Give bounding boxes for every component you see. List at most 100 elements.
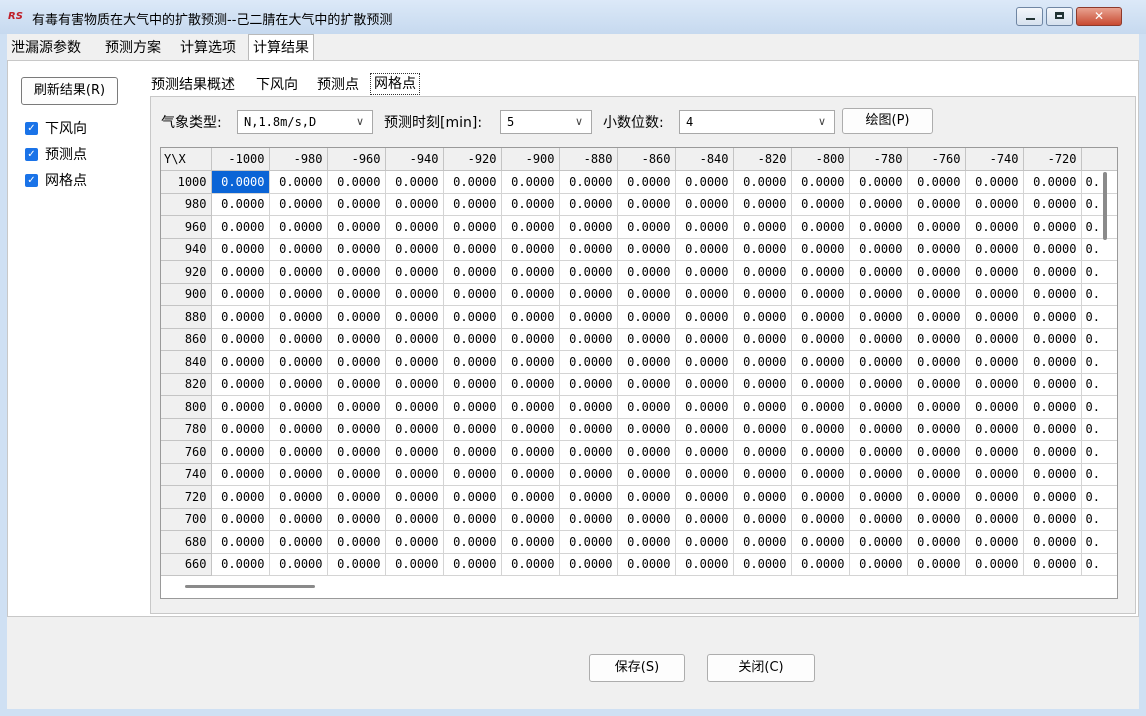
grid-cell[interactable]: 0.0000 xyxy=(559,350,618,374)
grid-cell[interactable]: 0.0000 xyxy=(965,350,1024,374)
grid-cell[interactable]: 0.0000 xyxy=(443,260,502,284)
grid-cell[interactable]: 0.0000 xyxy=(675,553,734,576)
plot-button[interactable]: 绘图(P) xyxy=(842,108,933,134)
grid-cell[interactable]: 0.0000 xyxy=(733,170,792,194)
grid-cell[interactable]: 0.0000 xyxy=(501,553,560,576)
grid-cell[interactable]: 0.0000 xyxy=(443,305,502,329)
grid-cell[interactable]: 0.0000 xyxy=(733,508,792,531)
grid-cell[interactable]: 0.0000 xyxy=(443,328,502,351)
grid-cell[interactable]: 0.0000 xyxy=(791,305,850,329)
grid-cell[interactable]: 0.0000 xyxy=(849,508,908,531)
grid-cell[interactable]: 0.0000 xyxy=(269,238,328,261)
grid-cell[interactable]: 0.0000 xyxy=(211,215,270,239)
grid-cell[interactable]: 0.0000 xyxy=(849,170,908,194)
grid-cell[interactable]: 0.0000 xyxy=(443,530,502,554)
grid-cell[interactable]: 0.0000 xyxy=(559,170,618,194)
grid-cell[interactable]: 0.0000 xyxy=(559,215,618,239)
grid-column-header[interactable]: -720 xyxy=(1023,148,1082,171)
grid-cell[interactable]: 0. xyxy=(1081,530,1117,554)
grid-cell[interactable]: 0.0000 xyxy=(965,305,1024,329)
grid-row-header[interactable]: 880 xyxy=(161,305,212,329)
grid-cell[interactable]: 0.0000 xyxy=(617,215,676,239)
grid-cell[interactable]: 0.0000 xyxy=(1023,305,1082,329)
grid-cell[interactable]: 0.0000 xyxy=(791,395,850,419)
grid-cell[interactable]: 0.0000 xyxy=(675,530,734,554)
grid-cell[interactable]: 0.0000 xyxy=(559,260,618,284)
grid-cell[interactable]: 0.0000 xyxy=(791,373,850,396)
grid-cell[interactable]: 0.0000 xyxy=(907,530,966,554)
grid-cell[interactable]: 0.0000 xyxy=(443,553,502,576)
decimals-select[interactable]: 4 ∨ xyxy=(679,110,835,134)
grid-cell[interactable]: 0.0000 xyxy=(385,395,444,419)
grid-cell[interactable]: 0.0000 xyxy=(617,418,676,441)
grid-cell[interactable]: 0.0000 xyxy=(965,215,1024,239)
grid-row-header[interactable]: 740 xyxy=(161,463,212,486)
grid-cell[interactable]: 0.0000 xyxy=(327,328,386,351)
grid-cell[interactable]: 0.0000 xyxy=(907,553,966,576)
grid-cell[interactable]: 0.0000 xyxy=(907,193,966,216)
grid-row-header[interactable]: 800 xyxy=(161,395,212,419)
grid-cell[interactable]: 0.0000 xyxy=(385,238,444,261)
grid-row-header[interactable]: 840 xyxy=(161,350,212,374)
grid-cell[interactable]: 0.0000 xyxy=(211,463,270,486)
grid-cell[interactable]: 0.0000 xyxy=(211,508,270,531)
grid-cell[interactable]: 0.0000 xyxy=(1023,283,1082,306)
grid-cell[interactable]: 0.0000 xyxy=(211,530,270,554)
grid-cell[interactable]: 0.0000 xyxy=(849,373,908,396)
grid-cell[interactable]: 0.0000 xyxy=(269,350,328,374)
subtab-overview[interactable]: 预测结果概述 xyxy=(151,75,235,95)
grid-cell[interactable]: 0.0000 xyxy=(501,395,560,419)
results-grid[interactable]: Y\X -1000 -980 -960 -940 -920 -900 -880 -860 -840… xyxy=(160,147,1118,599)
grid-cell[interactable]: 0.0000 xyxy=(211,328,270,351)
grid-cell[interactable]: 0.0000 xyxy=(327,440,386,464)
grid-cell[interactable]: 0.0000 xyxy=(849,395,908,419)
grid-cell[interactable]: 0.0000 xyxy=(791,553,850,576)
grid-cell[interactable]: 0.0000 xyxy=(849,305,908,329)
grid-cell[interactable]: 0.0000 xyxy=(733,418,792,441)
grid-cell[interactable]: 0.0000 xyxy=(327,260,386,284)
grid-row-header[interactable]: 720 xyxy=(161,485,212,509)
grid-cell[interactable]: 0.0000 xyxy=(443,193,502,216)
grid-cell[interactable]: 0.0000 xyxy=(385,485,444,509)
grid-cell[interactable]: 0.0000 xyxy=(211,170,270,194)
grid-cell[interactable]: 0.0000 xyxy=(269,170,328,194)
grid-cell[interactable]: 0.0000 xyxy=(849,260,908,284)
grid-cell[interactable]: 0. xyxy=(1081,440,1117,464)
grid-row-header[interactable]: 660 xyxy=(161,553,212,576)
grid-cell[interactable]: 0.0000 xyxy=(501,485,560,509)
grid-cell[interactable]: 0.0000 xyxy=(501,440,560,464)
grid-cell[interactable]: 0.0000 xyxy=(733,395,792,419)
grid-cell[interactable]: 0.0000 xyxy=(965,260,1024,284)
grid-cell[interactable]: 0.0000 xyxy=(501,283,560,306)
grid-cell[interactable]: 0. xyxy=(1081,170,1117,194)
grid-cell[interactable]: 0.0000 xyxy=(501,238,560,261)
grid-cell[interactable]: 0.0000 xyxy=(501,260,560,284)
grid-cell[interactable]: 0.0000 xyxy=(907,305,966,329)
grid-cell[interactable]: 0. xyxy=(1081,373,1117,396)
grid-cell[interactable]: 0.0000 xyxy=(501,463,560,486)
vertical-scrollbar[interactable] xyxy=(1103,172,1107,240)
grid-column-header[interactable]: -980 xyxy=(269,148,328,171)
grid-cell[interactable]: 0.0000 xyxy=(559,193,618,216)
grid-cell[interactable]: 0.0000 xyxy=(965,508,1024,531)
grid-cell[interactable]: 0.0000 xyxy=(269,305,328,329)
grid-cell[interactable]: 0. xyxy=(1081,463,1117,486)
grid-cell[interactable]: 0.0000 xyxy=(385,193,444,216)
grid-cell[interactable]: 0.0000 xyxy=(791,238,850,261)
grid-cell[interactable]: 0.0000 xyxy=(443,350,502,374)
grid-cell[interactable]: 0.0000 xyxy=(907,238,966,261)
minimize-button[interactable] xyxy=(1016,7,1043,26)
grid-cell[interactable]: 0. xyxy=(1081,485,1117,509)
grid-cell[interactable]: 0.0000 xyxy=(733,485,792,509)
grid-row-header[interactable]: 760 xyxy=(161,440,212,464)
grid-cell[interactable]: 0.0000 xyxy=(791,530,850,554)
grid-cell[interactable]: 0.0000 xyxy=(791,440,850,464)
grid-cell[interactable]: 0.0000 xyxy=(269,418,328,441)
grid-column-header[interactable]: -820 xyxy=(733,148,792,171)
grid-cell[interactable]: 0.0000 xyxy=(849,485,908,509)
grid-cell[interactable]: 0.0000 xyxy=(849,440,908,464)
grid-row-header[interactable]: 940 xyxy=(161,238,212,261)
grid-cell[interactable]: 0.0000 xyxy=(675,193,734,216)
grid-cell[interactable]: 0.0000 xyxy=(385,260,444,284)
grid-cell[interactable]: 0.0000 xyxy=(443,508,502,531)
